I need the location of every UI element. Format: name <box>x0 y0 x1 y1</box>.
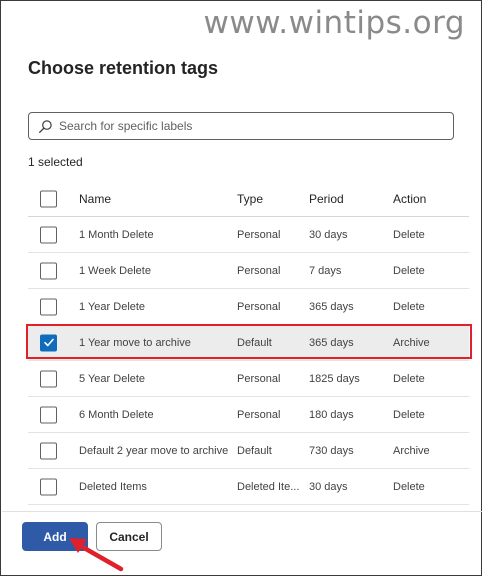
cell-type: Deleted Ite... <box>237 480 300 493</box>
row-checkbox[interactable] <box>40 370 57 387</box>
cell-type: Personal <box>237 228 281 241</box>
add-button[interactable]: Add <box>22 522 88 551</box>
cancel-button[interactable]: Cancel <box>96 522 162 551</box>
cell-period: 7 days <box>309 264 342 277</box>
table-body: 1 Month Delete Personal 30 days Delete 1 Wee… <box>28 217 469 505</box>
dialog-frame: www.wintips.org Choose retention tags 1 … <box>0 0 482 576</box>
cell-action: Delete <box>393 372 425 385</box>
cell-action: Delete <box>393 408 425 421</box>
select-all-checkbox[interactable] <box>40 190 57 207</box>
search-input[interactable] <box>59 119 439 133</box>
row-checkbox[interactable] <box>40 298 57 315</box>
column-header-action[interactable]: Action <box>393 192 463 206</box>
cell-name: 1 Year Delete <box>79 300 146 313</box>
cell-period: 1825 days <box>309 372 360 385</box>
table-row[interactable]: 5 Year Delete Personal 1825 days Delete <box>28 361 469 397</box>
cell-action: Archive <box>393 444 430 457</box>
table-row[interactable]: 1 Year Delete Personal 365 days Delete <box>28 289 469 325</box>
cell-action: Delete <box>393 264 425 277</box>
table-row[interactable]: 1 Week Delete Personal 7 days Delete <box>28 253 469 289</box>
cell-type: Default <box>237 336 272 349</box>
retention-tags-table: Name Type Period Action 1 Month Delete Pe… <box>28 181 469 505</box>
cell-name: Default 2 year move to archive <box>79 444 229 457</box>
cell-period: 180 days <box>309 408 354 421</box>
cell-period: 30 days <box>309 480 348 493</box>
cell-name: 1 Month Delete <box>79 228 154 241</box>
cell-period: 730 days <box>309 444 354 457</box>
row-checkbox[interactable] <box>40 406 57 423</box>
cell-type: Personal <box>237 300 281 313</box>
table-row[interactable]: 1 Year move to archive Default 365 days Arc… <box>28 325 469 361</box>
row-checkbox[interactable] <box>40 334 57 351</box>
search-icon <box>38 119 52 133</box>
column-header-name[interactable]: Name <box>79 192 229 206</box>
cell-action: Delete <box>393 228 425 241</box>
checkmark-icon <box>43 338 54 347</box>
row-checkbox[interactable] <box>40 478 57 495</box>
row-checkbox[interactable] <box>40 226 57 243</box>
table-row[interactable]: 1 Month Delete Personal 30 days Delete <box>28 217 469 253</box>
cell-type: Personal <box>237 408 281 421</box>
cell-type: Default <box>237 444 272 457</box>
table-row[interactable]: 6 Month Delete Personal 180 days Delete <box>28 397 469 433</box>
cell-name: 1 Year move to archive <box>79 336 191 349</box>
cell-type: Personal <box>237 264 281 277</box>
cell-action: Delete <box>393 480 425 493</box>
cell-period: 365 days <box>309 336 354 349</box>
row-checkbox[interactable] <box>40 262 57 279</box>
cell-action: Archive <box>393 336 430 349</box>
table-row[interactable]: Default 2 year move to archive Default 730… <box>28 433 469 469</box>
cell-period: 365 days <box>309 300 354 313</box>
column-header-type[interactable]: Type <box>237 192 301 206</box>
dialog-title: Choose retention tags <box>28 58 219 78</box>
table-row[interactable]: Deleted Items Deleted Ite... 30 days Delete <box>28 469 469 505</box>
watermark: www.wintips.org <box>203 5 465 41</box>
cell-name: Deleted Items <box>79 480 147 493</box>
table-header-row: Name Type Period Action <box>28 181 469 217</box>
cell-action: Delete <box>393 300 425 313</box>
row-checkbox[interactable] <box>40 442 57 459</box>
cell-type: Personal <box>237 372 281 385</box>
cell-name: 6 Month Delete <box>79 408 154 421</box>
search-box[interactable] <box>28 112 454 140</box>
cell-name: 5 Year Delete <box>79 372 146 385</box>
cell-period: 30 days <box>309 228 348 241</box>
column-header-period[interactable]: Period <box>309 192 389 206</box>
footer-divider <box>2 511 482 512</box>
cell-name: 1 Week Delete <box>79 264 151 277</box>
selected-count: 1 selected <box>28 155 83 169</box>
